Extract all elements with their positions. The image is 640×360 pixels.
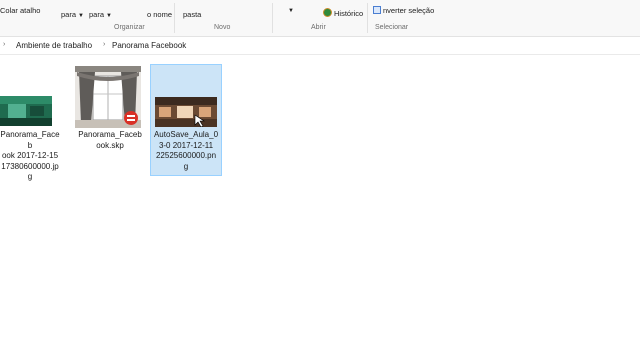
group-abrir-label: Abrir <box>311 24 326 31</box>
file-name-line: ook.skp <box>96 140 124 150</box>
propriedades-dropdown[interactable]: ▼ <box>286 5 294 14</box>
file-name-line: AutoSave_Aula_0 <box>153 130 219 139</box>
group-novo-label: Novo <box>214 24 231 31</box>
ribbon-divider <box>174 3 175 33</box>
chevron-down-icon: ▼ <box>288 8 294 14</box>
nova-pasta-label: pasta <box>183 10 202 19</box>
file-item-selected[interactable]: AutoSave_Aula_0 3-0 2017-12-11 225256000… <box>150 64 222 176</box>
image-thumbnail <box>0 96 52 126</box>
file-item[interactable]: Panorama_Faceb ook.skp <box>74 64 146 176</box>
chevron-right-icon: › <box>103 41 106 48</box>
mudar-o-nome-label: o nome <box>147 10 173 19</box>
group-organizar-label: Organizar <box>114 24 145 31</box>
mover-para-button[interactable]: para ▼ <box>61 10 84 19</box>
historico-label: Histórico <box>334 9 364 18</box>
copiar-para-button[interactable]: para ▼ <box>89 10 112 19</box>
colar-atalho-button[interactable]: Colar atalho <box>0 6 40 15</box>
ribbon-divider <box>367 3 368 33</box>
history-icon <box>323 8 332 17</box>
mover-para-label: para <box>61 10 77 19</box>
sketchup-thumbnail <box>75 66 141 128</box>
inverter-selecao-label: nverter seleção <box>383 6 435 15</box>
group-selecionar-label: Selecionar <box>375 24 409 31</box>
chevron-right-icon: › <box>3 41 6 48</box>
inverter-selecao-button[interactable]: nverter seleção <box>373 6 434 15</box>
nova-pasta-button[interactable]: pasta <box>183 10 201 19</box>
file-name-line: Panorama_Faceb <box>0 130 60 150</box>
ribbon: Colar atalho para ▼ para ▼ o nome Organiza… <box>0 0 640 37</box>
copiar-para-label: para <box>89 10 105 19</box>
ribbon-divider <box>272 3 273 33</box>
breadcrumb-panorama-facebook[interactable]: Panorama Facebook <box>112 41 186 50</box>
file-name-line: g <box>183 161 189 171</box>
file-name-line: 3-0 2017-12-11 <box>158 140 214 150</box>
file-name-line: 17380600000.jpg <box>1 161 59 182</box>
file-item[interactable]: Panorama_Faceb ook 2017-12-15 1738060000… <box>0 64 64 181</box>
invert-selection-icon <box>373 6 381 14</box>
colar-atalho-label: Colar atalho <box>0 6 41 15</box>
file-name-line: Panorama_Faceb <box>78 130 142 139</box>
historico-button[interactable]: Histórico <box>323 8 363 18</box>
address-bar[interactable]: › Ambiente de trabalho › Panorama Facebo… <box>0 37 640 55</box>
image-thumbnail <box>155 97 217 127</box>
file-name-line: 22525600000.pn <box>155 151 217 160</box>
chevron-down-icon: ▼ <box>78 13 84 19</box>
chevron-down-icon: ▼ <box>106 13 112 19</box>
breadcrumb-ambiente-de-trabalho[interactable]: Ambiente de trabalho <box>16 41 92 50</box>
file-name-line: ook 2017-12-15 <box>1 151 59 160</box>
mudar-o-nome-button[interactable]: o nome <box>147 10 172 19</box>
